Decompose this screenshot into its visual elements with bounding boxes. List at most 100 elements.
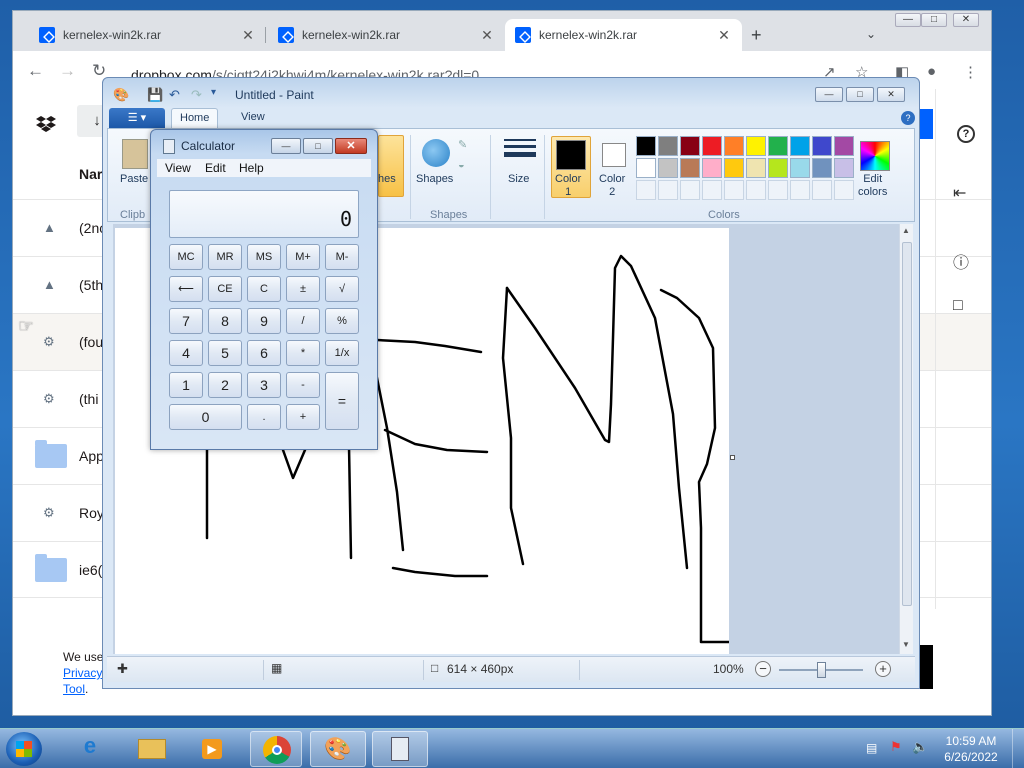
network-icon[interactable]: ▤ [866,741,877,755]
back-icon[interactable]: ← [27,61,44,81]
palette-swatch[interactable] [746,158,766,178]
custom-color-slot[interactable] [812,180,832,200]
new-tab-button[interactable]: + [751,25,762,46]
tab-home[interactable]: Home [171,108,219,129]
canvas-resize-handle[interactable] [730,455,735,460]
undo-icon[interactable]: ↶ [169,87,180,103]
shapes-label[interactable]: Shapes [416,173,453,186]
custom-color-slot[interactable] [834,180,854,200]
calc-key[interactable]: 9 [247,308,281,334]
palette-swatch[interactable] [790,158,810,178]
palette-swatch[interactable] [768,136,788,156]
vertical-scrollbar[interactable]: ▲ ▼ [899,224,913,654]
palette-swatch[interactable] [658,136,678,156]
palette-swatch[interactable] [636,136,656,156]
edit-colors-icon[interactable] [860,141,890,171]
calc-key[interactable]: C [247,276,281,302]
calc-key[interactable]: 4 [169,340,203,366]
save-icon[interactable]: 💾 [147,87,163,103]
color2-label[interactable]: Color 2 [599,173,625,199]
custom-color-slot[interactable] [658,180,678,200]
calc-key[interactable]: 7 [169,308,203,334]
calc-key[interactable]: MC [169,244,203,270]
shapes-icon[interactable] [422,139,450,167]
clock[interactable]: 10:59 AM 6/26/2022 [936,733,1006,765]
calc-key[interactable]: . [247,404,281,430]
zoom-in-button[interactable]: + [875,661,891,677]
palette-swatch[interactable] [834,136,854,156]
palette-swatch[interactable] [702,136,722,156]
cookie-accept-button[interactable] [919,645,933,689]
calc-key[interactable]: 5 [208,340,242,366]
show-desktop-button[interactable] [1012,729,1024,768]
palette-swatch[interactable] [768,158,788,178]
calc-key[interactable]: 3 [247,372,281,398]
explorer-icon[interactable] [128,733,176,765]
menu-view[interactable]: View [165,161,191,175]
calc-key[interactable]: ± [286,276,320,302]
close-button[interactable]: ✕ [953,13,979,27]
calc-key[interactable]: 0 [169,404,242,430]
calc-key[interactable]: - [286,372,320,398]
dropbox-logo-icon[interactable] [35,115,57,135]
open-button[interactable] [919,109,933,139]
custom-color-slot[interactable] [724,180,744,200]
calc-key[interactable]: 1/x [325,340,359,366]
calc-key[interactable]: + [286,404,320,430]
calc-key[interactable]: 8 [208,308,242,334]
palette-swatch[interactable] [834,158,854,178]
chrome-icon[interactable] [250,731,302,767]
calc-key[interactable]: 6 [247,340,281,366]
size-icon[interactable] [504,139,536,167]
scroll-up-icon[interactable]: ▲ [902,226,910,235]
calc-key[interactable]: 2 [208,372,242,398]
calc-key[interactable]: MS [247,244,281,270]
outline-icon[interactable]: ✎ [458,139,467,152]
tab-close-icon[interactable]: ✕ [716,27,732,44]
comment-icon[interactable]: □ [953,297,963,315]
menu-kebab-icon[interactable]: ⋮ [963,63,978,81]
calc-key[interactable]: √ [325,276,359,302]
calc-key[interactable]: % [325,308,359,334]
paint-icon[interactable]: 🎨 [310,731,366,767]
help-icon[interactable]: ? [957,125,975,143]
tab-search-icon[interactable]: ⌄ [866,27,876,41]
customize-qat-icon[interactable]: ▾ [211,87,216,98]
brushes-button[interactable] [378,135,404,197]
custom-color-slot[interactable] [790,180,810,200]
browser-tab[interactable]: kernelex-win2k.rar ✕ [29,19,266,51]
calc-key[interactable]: M- [325,244,359,270]
privacy-link[interactable]: Privacy [63,666,102,680]
info-icon[interactable]: ⓘ [953,249,969,273]
menu-edit[interactable]: Edit [205,161,226,175]
palette-swatch[interactable] [680,158,700,178]
calculator-icon[interactable] [372,731,428,767]
calc-key[interactable]: / [286,308,320,334]
name-column-header[interactable]: Nar [79,166,102,182]
help-icon[interactable]: ? [901,111,915,125]
calc-key[interactable]: MR [208,244,242,270]
tab-close-icon[interactable]: ✕ [479,27,495,44]
palette-swatch[interactable] [658,158,678,178]
color2-swatch[interactable] [602,143,626,167]
browser-tab[interactable]: kernelex-win2k.rar ✕ [268,19,505,51]
collapse-panel-icon[interactable]: ⇤ [953,183,966,203]
calc-key[interactable]: = [325,372,359,430]
palette-swatch[interactable] [724,136,744,156]
zoom-out-button[interactable]: − [755,661,771,677]
custom-color-slot[interactable] [636,180,656,200]
size-label[interactable]: Size [508,173,529,186]
maximize-button[interactable]: □ [303,138,333,154]
scroll-down-icon[interactable]: ▼ [902,640,910,649]
action-center-icon[interactable]: ⚑ [890,739,902,755]
maximize-button[interactable]: □ [921,13,947,27]
calc-key[interactable]: ⟵ [169,276,203,302]
browser-tab-active[interactable]: kernelex-win2k.rar ✕ [505,19,742,51]
forward-icon[interactable]: → [59,61,76,81]
tool-link[interactable]: Tool [63,682,85,696]
profile-icon[interactable]: ● [927,63,936,80]
custom-color-slot[interactable] [746,180,766,200]
custom-color-slot[interactable] [702,180,722,200]
redo-icon[interactable]: ↷ [191,87,202,103]
tab-close-icon[interactable]: ✕ [240,27,256,44]
